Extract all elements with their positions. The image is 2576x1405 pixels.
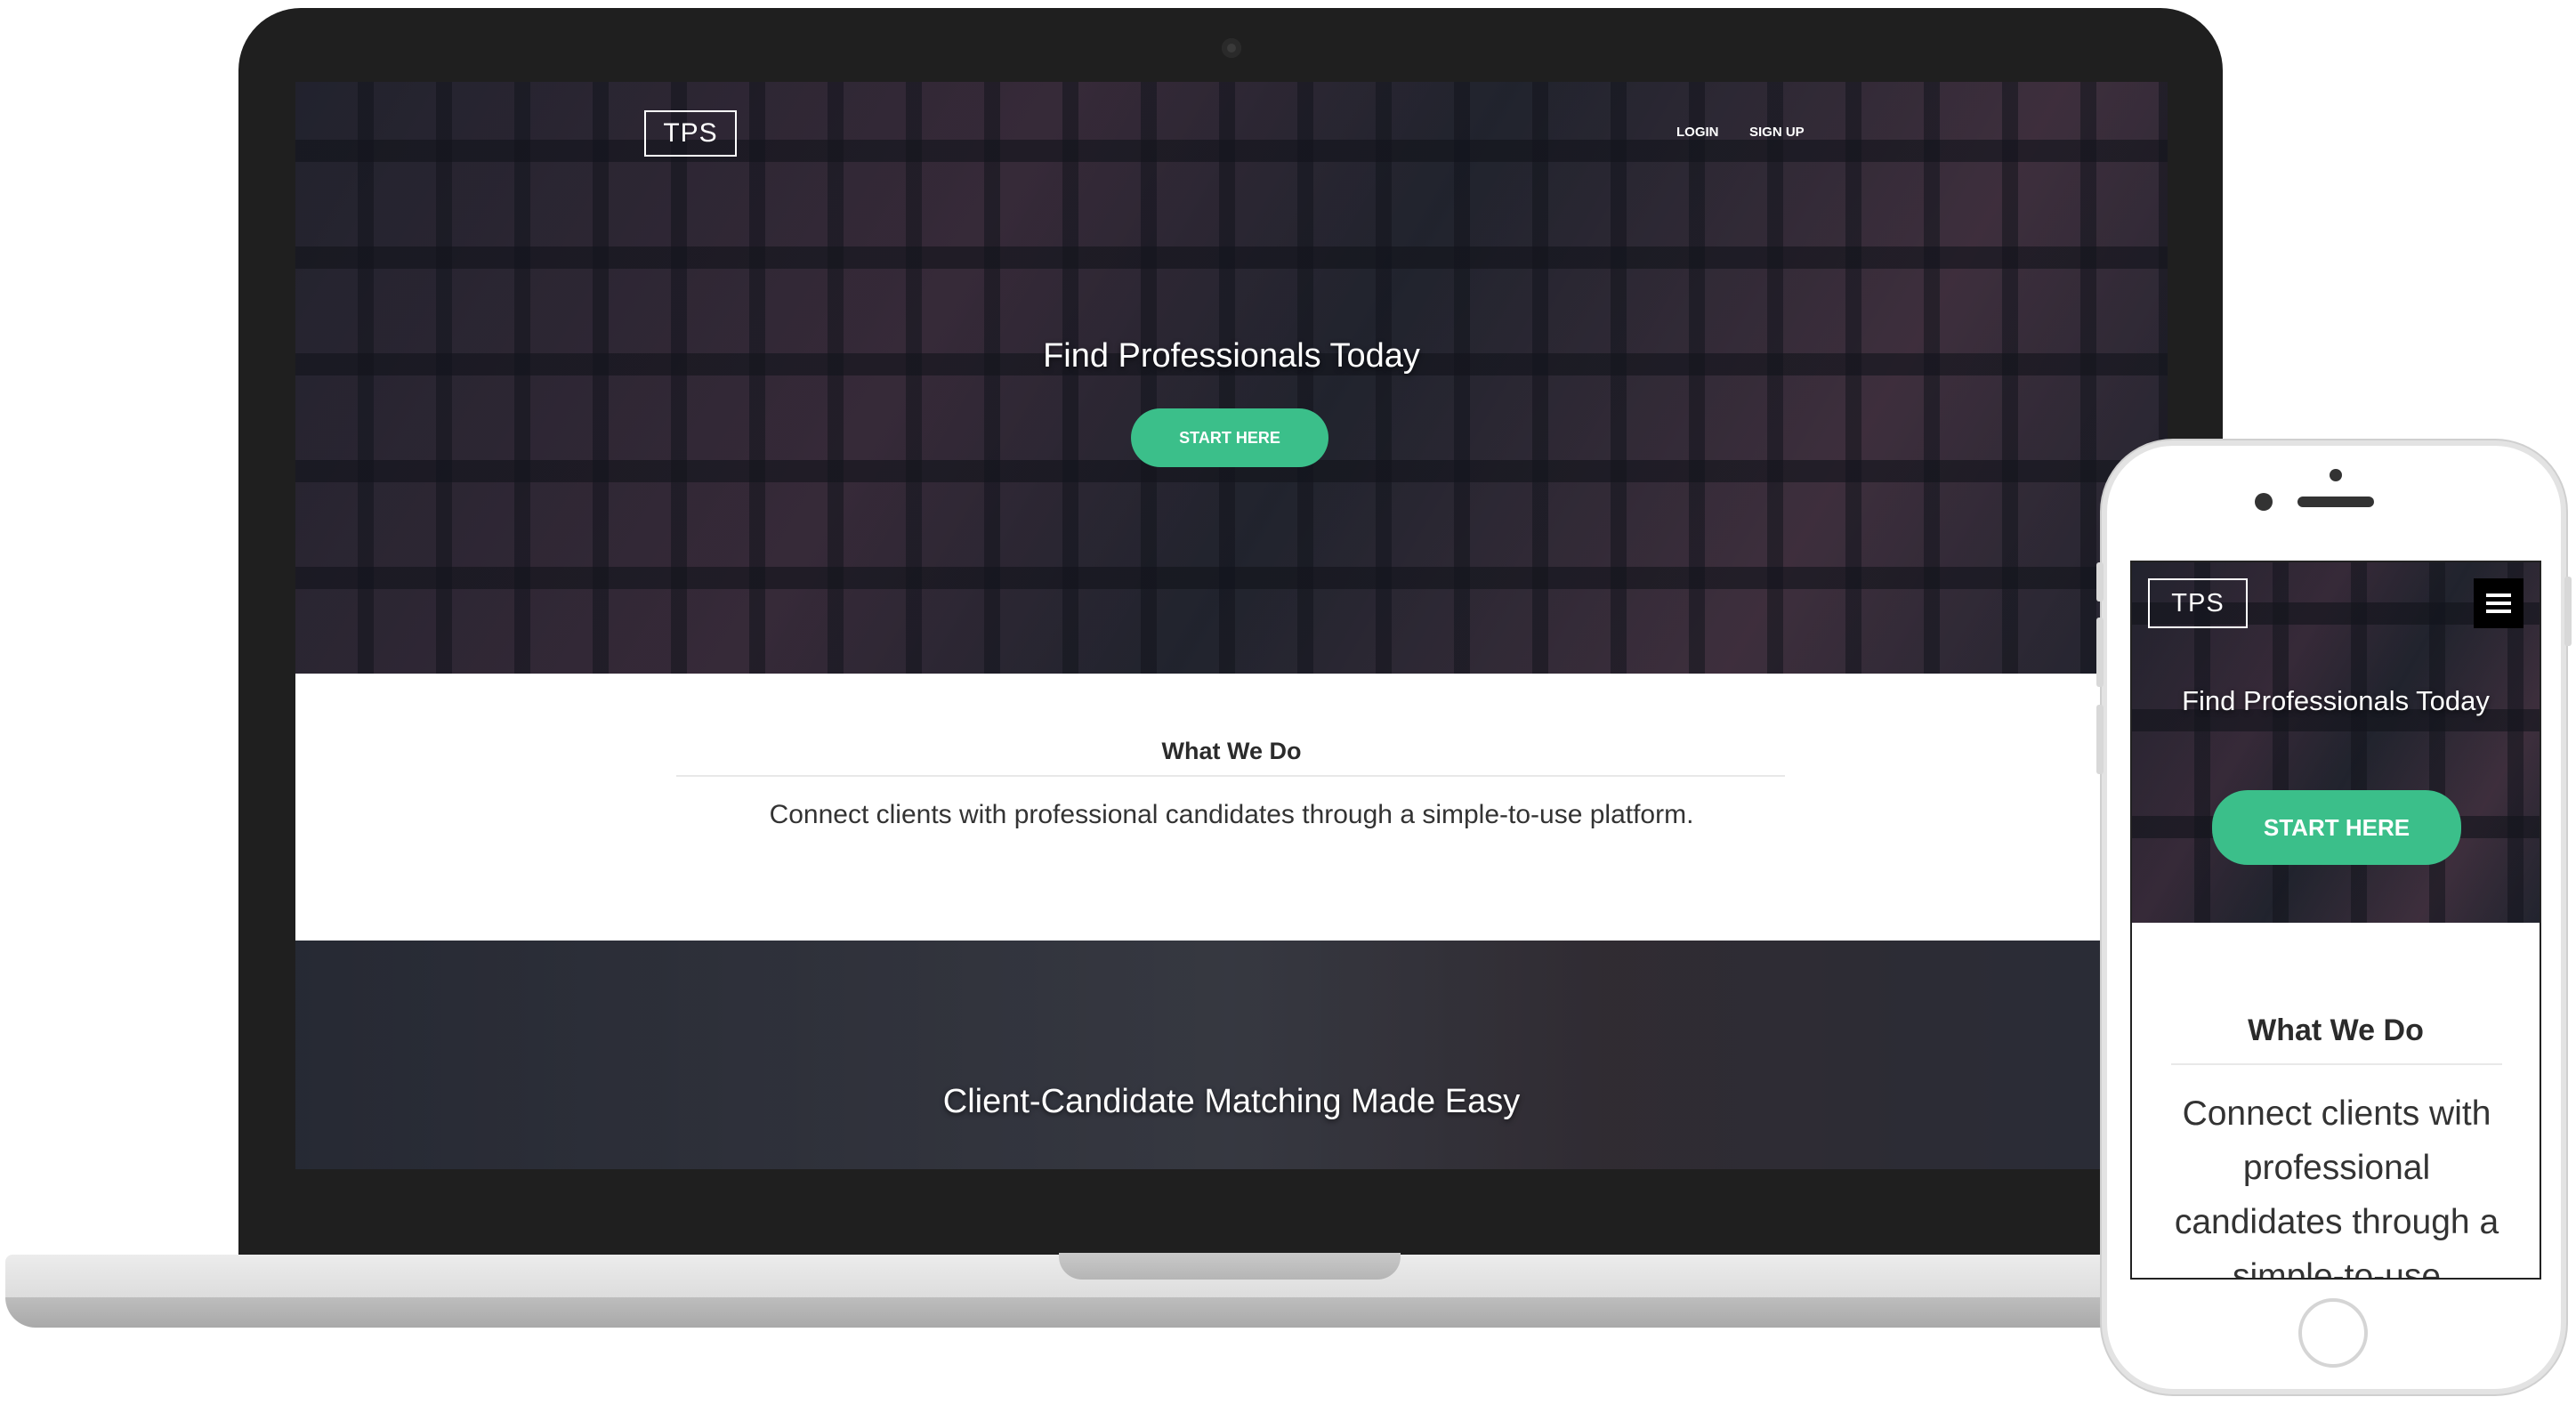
mobile-hero-section: TPS Find Professionals Today START HERE xyxy=(2132,562,2540,923)
hero-title: Find Professionals Today xyxy=(1043,337,1420,375)
phone-volume-up xyxy=(2096,618,2104,687)
laptop-camera xyxy=(1222,38,1241,58)
start-here-button[interactable]: START HERE xyxy=(1131,408,1328,467)
signup-link[interactable]: SIGN UP xyxy=(1749,125,1805,140)
section-description: Connect clients with professional candid… xyxy=(769,800,1694,829)
login-link[interactable]: LOGIN xyxy=(1676,125,1719,140)
mobile-section-description: Connect clients with professional candid… xyxy=(2174,1094,2499,1280)
mobile-section-heading: What We Do xyxy=(2248,1013,2424,1047)
feature-title: Client-Candidate Matching Made Easy xyxy=(942,1083,1521,1120)
mobile-section-divider xyxy=(2171,1063,2502,1065)
laptop-notch xyxy=(1059,1253,1401,1280)
mobile-site-logo[interactable]: TPS xyxy=(2148,578,2248,628)
phone-speaker xyxy=(2297,497,2374,507)
mobile-website: TPS Find Professionals Today START HERE … xyxy=(2130,561,2541,1280)
site-logo[interactable]: TPS xyxy=(644,110,737,157)
section-divider xyxy=(676,775,1785,777)
hero-section: TPS LOGIN SIGN UP Find Professionals Tod… xyxy=(295,82,2168,674)
phone-sensor xyxy=(2330,469,2342,481)
phone-volume-down xyxy=(2096,705,2104,774)
feature-section: Client-Candidate Matching Made Easy xyxy=(295,941,2168,1169)
phone-home-button xyxy=(2298,1298,2368,1368)
hamburger-icon[interactable] xyxy=(2474,578,2524,628)
what-we-do-section: What We Do Connect clients with professi… xyxy=(295,674,2168,941)
mobile-hero-title: Find Professionals Today xyxy=(2182,685,2490,716)
mobile-what-we-do-section: What We Do Connect clients with professi… xyxy=(2132,923,2540,1280)
phone-mute-switch xyxy=(2096,562,2104,602)
desktop-website: TPS LOGIN SIGN UP Find Professionals Tod… xyxy=(295,82,2168,1169)
mobile-start-here-button[interactable]: START HERE xyxy=(2212,790,2461,865)
section-heading: What We Do xyxy=(1161,738,1302,764)
phone-camera xyxy=(2255,493,2273,511)
phone-power-button xyxy=(2564,577,2572,646)
